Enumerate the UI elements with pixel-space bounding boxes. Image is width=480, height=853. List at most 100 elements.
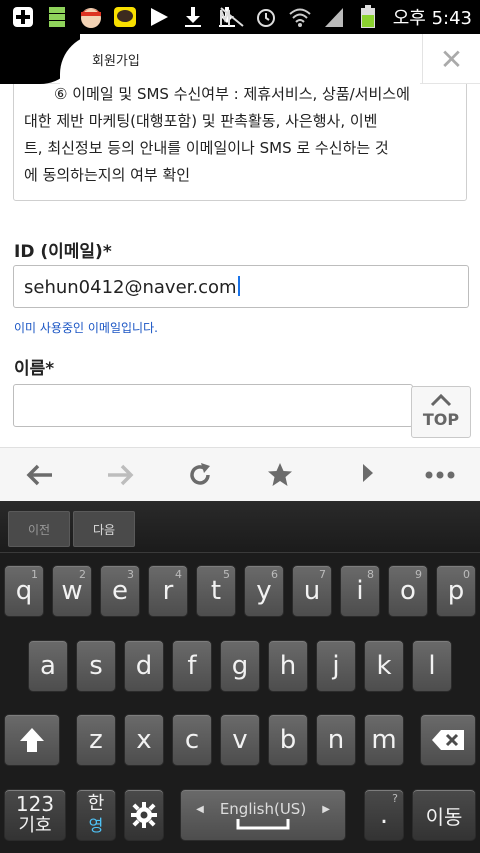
key-label: t [210,576,222,606]
key-h[interactable]: h [268,640,308,692]
browser-nav-bar [0,447,480,501]
key-t[interactable]: t5 [196,565,236,617]
symbol-key-numbers: 123 [15,792,55,816]
key-b[interactable]: b [268,714,308,766]
scroll-top-label: TOP [422,410,460,429]
avatar-icon [78,4,104,30]
name-label: 이름* [14,359,55,379]
key-q[interactable]: q1 [4,565,44,617]
email-error-message: 이미 사용중인 이메일입니다. [14,321,158,335]
space-key[interactable]: ◀ English(US) ▶ [180,789,346,841]
go-key[interactable]: 이동 [412,789,476,841]
key-label: q [15,576,33,606]
email-value: sehun0412@naver.com [24,277,237,298]
terms-text: ⑥ 이메일 및 SMS 수신여부 : 제휴서비스, 상품/서비스에 대한 제반 … [24,84,454,189]
scroll-top-button[interactable]: TOP [411,386,471,438]
key-d[interactable]: d [124,640,164,692]
key-l[interactable]: l [412,640,452,692]
key-c[interactable]: c [172,714,212,766]
key-w[interactable]: w2 [52,565,92,617]
refresh-button[interactable] [170,448,230,502]
key-label: u [303,576,321,606]
key-label: p [447,576,465,606]
lang-eng: 영 [88,816,104,835]
more-icon [425,471,455,478]
key-p[interactable]: p0 [436,565,476,617]
shift-key[interactable] [4,714,60,766]
key-hint: 9 [415,568,422,581]
next-field-button[interactable]: 다음 [73,511,135,547]
share-button[interactable] [330,448,390,502]
tab-title: 회원가입 [92,54,140,69]
name-field[interactable] [13,384,413,427]
period-label: . [379,800,389,830]
key-hint: 6 [271,568,278,581]
alarm-icon [253,4,279,30]
key-x[interactable]: x [124,714,164,766]
key-hint: 7 [319,568,326,581]
key-z[interactable]: z [76,714,116,766]
storage-icon [44,4,70,30]
plus-icon [10,4,36,30]
language-toggle-key[interactable]: 한 영 [76,789,116,841]
back-icon [26,464,52,485]
chevron-right-icon: ▶ [322,803,330,815]
keyboard-toolbar: 이전 다음 [0,501,480,553]
key-i[interactable]: i8 [340,565,380,617]
space-icon [236,819,290,830]
key-j[interactable]: j [316,640,356,692]
backspace-icon [432,730,464,750]
bookmark-button[interactable] [250,448,310,502]
key-v[interactable]: v [220,714,260,766]
wifi-icon [287,4,313,30]
browser-tab-bar: 회원가입 ✕ [0,34,480,84]
key-label: y [256,576,272,606]
gear-icon [131,802,157,828]
bookmark-icon [268,462,292,486]
key-a[interactable]: a [28,640,68,692]
chevron-up-icon [412,393,470,410]
key-label: e [112,576,128,606]
mute-icon [219,4,245,30]
key-k[interactable]: k [364,640,404,692]
terms-line: 트, 최신정보 등의 안내를 이메일이나 SMS 로 수신하는 것 [24,139,389,157]
text-caret [237,276,240,296]
close-tab-button[interactable]: ✕ [422,34,480,84]
period-key[interactable]: . ? [364,789,404,841]
forward-button[interactable] [90,448,150,502]
lang-han: 한 [87,793,105,814]
key-s[interactable]: s [76,640,116,692]
terms-line: 에 동의하는지의 여부 확인 [24,166,191,184]
email-field[interactable]: sehun0412@naver.com [13,265,469,308]
keyboard: 이전 다음 q1 w2 e3 r4 t5 y6 u7 i8 o9 p0 a s … [0,501,480,853]
key-hint: 5 [223,568,230,581]
key-label: o [400,576,416,606]
key-r[interactable]: r4 [148,565,188,617]
settings-key[interactable] [124,789,164,841]
key-g[interactable]: g [220,640,260,692]
backspace-key[interactable] [420,714,476,766]
chevron-left-icon: ◀ [196,803,204,815]
prev-field-button[interactable]: 이전 [8,511,70,547]
space-language-label: English(US) [219,800,307,818]
key-hint: 0 [463,568,470,581]
key-o[interactable]: o9 [388,565,428,617]
more-button[interactable] [410,448,470,502]
back-button[interactable] [10,448,70,502]
key-hint: 2 [79,568,86,581]
period-hint: ? [392,792,398,805]
terms-line: 대한 제반 마케팅(대행포함) 및 판촉활동, 사은행사, 이벤 [24,112,378,130]
key-u[interactable]: u7 [292,565,332,617]
key-e[interactable]: e3 [100,565,140,617]
key-m[interactable]: m [364,714,404,766]
terms-box[interactable]: ⑥ 이메일 및 SMS 수신여부 : 제휴서비스, 상품/서비스에 대한 제반 … [13,84,467,201]
key-f[interactable]: f [172,640,212,692]
key-y[interactable]: y6 [244,565,284,617]
key-hint: 3 [127,568,134,581]
page-content[interactable]: ⑥ 이메일 및 SMS 수신여부 : 제휴서비스, 상품/서비스에 대한 제반 … [0,84,480,447]
key-n[interactable]: n [316,714,356,766]
symbol-key-label: 기호 [18,815,52,836]
play-icon [146,4,172,30]
status-bar: 오후 5:43 [0,0,480,34]
symbol-key[interactable]: 123 기호 [4,789,66,841]
